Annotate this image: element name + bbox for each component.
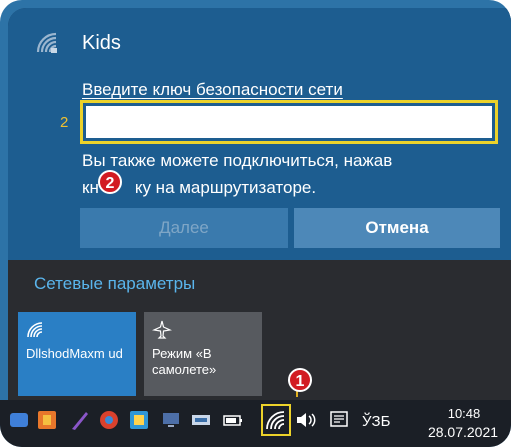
network-settings-link[interactable]: Сетевые параметры [34, 274, 195, 294]
security-key-input[interactable] [80, 100, 498, 144]
wifi-flyout: Kids Введите ключ безопасности сети 2 Вы… [8, 8, 511, 400]
network-app-icon[interactable] [190, 409, 214, 433]
app-icon[interactable] [128, 409, 152, 433]
volume-icon[interactable] [294, 409, 318, 433]
step-number: 2 [60, 114, 69, 131]
wifi-icon [27, 322, 43, 338]
clock-date[interactable]: 28.07.2021 [420, 424, 506, 440]
start-icon[interactable] [8, 409, 32, 433]
notification-icon[interactable] [328, 409, 352, 433]
hint-suffix: ку на маршрутизаторе. [134, 178, 317, 197]
security-key-input-field[interactable] [86, 106, 492, 138]
wifi-tile-label: DllshodMaxm ud [26, 346, 123, 361]
cancel-button[interactable]: Отмена [294, 208, 500, 248]
annotation-badge-1: 1 [288, 368, 312, 392]
input-language[interactable]: ЎЗБ [362, 413, 390, 430]
office-icon[interactable] [36, 409, 60, 433]
hint-prefix: кн [82, 178, 99, 197]
screenshot-frame: Kids Введите ключ безопасности сети 2 Вы… [0, 0, 511, 447]
wifi-secured-icon [36, 32, 57, 53]
clock-time[interactable]: 10:48 [434, 406, 494, 421]
battery-icon[interactable] [222, 409, 246, 433]
wifi-quick-action-tile[interactable]: DllshodMaxm ud [18, 312, 136, 396]
airplane-tile-label: Режим «В самолете» [152, 346, 217, 377]
connect-panel: Kids Введите ключ безопасности сети 2 Вы… [8, 8, 511, 260]
annotation-badge-2: 2 [98, 170, 122, 194]
browser-icon[interactable] [98, 409, 122, 433]
airplane-icon [152, 320, 172, 339]
network-name: Kids [82, 32, 121, 54]
airplane-mode-tile[interactable]: Режим «В самолете» [144, 312, 262, 396]
monitor-icon[interactable] [160, 409, 184, 433]
wifi-icon[interactable] [264, 409, 288, 433]
security-key-prompt: Введите ключ безопасности сети [82, 80, 343, 99]
taskbar: ЎЗБ 10:48 28.07.2021 [0, 400, 511, 447]
pen-icon[interactable] [68, 409, 92, 433]
next-button[interactable]: Далее [80, 208, 288, 248]
router-button-hint-line-1: Вы также можете подключиться, нажав [82, 151, 393, 170]
